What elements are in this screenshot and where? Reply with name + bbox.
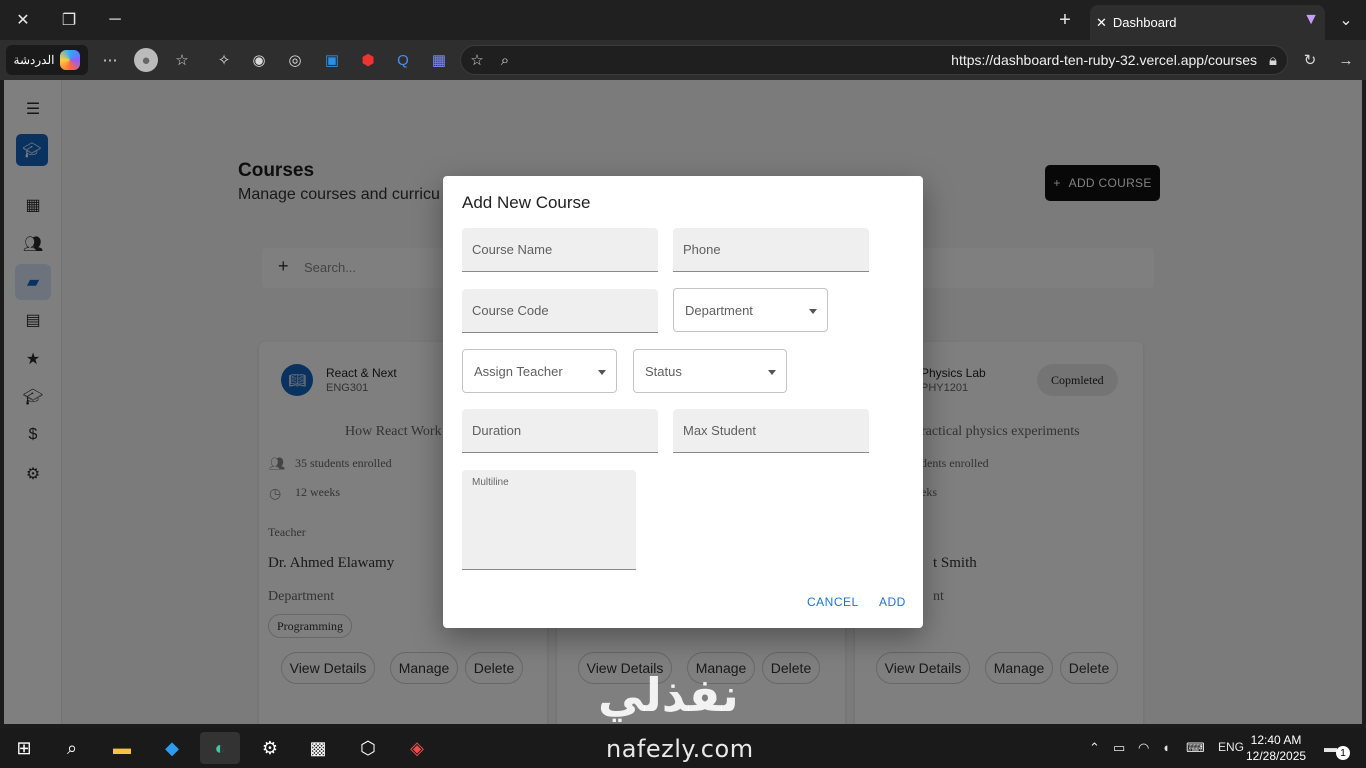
multiline-label: Multiline [472,477,509,488]
new-tab-icon[interactable]: + [1042,0,1088,40]
extension-target-icon[interactable]: ◎ [283,48,307,72]
watermark-arabic: نفذلي [598,668,739,722]
keyboard-icon[interactable]: ⌨ [1186,740,1205,756]
extension-eyes-icon[interactable]: ◉ [247,48,271,72]
course-code-field[interactable] [462,289,658,333]
minimize-window-icon[interactable]: ─ [92,0,138,40]
extension-red-icon[interactable]: ⬢ [356,48,380,72]
address-bar[interactable]: ☆ ⌕ https://dashboard-ten-ruby-32.vercel… [460,45,1288,75]
copilot-icon [60,50,81,70]
department-select[interactable]: Department [673,288,828,332]
file-explorer-icon[interactable]: ▬ [102,732,142,764]
cube-app-icon[interactable]: ⬡ [348,732,388,764]
time-text: 12:40 AM [1250,733,1302,747]
search-icon[interactable]: ⌕ [52,732,92,764]
clock[interactable]: 12:40 AM 12/28/2025 [1246,732,1306,764]
vscode-icon[interactable]: ◆ [152,732,192,764]
tab-title: Dashboard [1112,15,1177,30]
course-name-input[interactable] [462,228,658,271]
medium-app-icon[interactable]: ▩ [298,732,338,764]
chat-label: الدردشة [13,53,55,67]
status-select-label: Status [645,364,682,379]
git-app-icon[interactable]: ◈ [397,732,437,764]
watermark-latin: nafezly.com [606,735,754,763]
battery-icon[interactable]: ▭ [1113,740,1125,756]
add-button[interactable]: ADD [879,595,906,609]
favorites-icon[interactable]: ☆ [170,48,194,72]
volume-icon[interactable]: ◖ [1162,740,1170,755]
course-code-input[interactable] [462,289,658,332]
extension-blue-icon[interactable]: ▣ [320,48,344,72]
close-tab-icon[interactable]: ✕ [1096,15,1107,31]
extensions-icon[interactable]: ✧ [212,48,236,72]
profile-avatar-icon[interactable]: ● [134,48,158,72]
browser-title-bar: ✕ ❐ ─ + ✕ Dashboard ▼ ⌄ [0,0,1366,40]
edge-browser-icon[interactable]: ◐ [200,732,240,764]
chevron-up-icon[interactable]: ⌃ [1089,740,1100,756]
language-indicator[interactable]: ENG [1218,740,1244,754]
url-text: https://dashboard-ten-ruby-32.vercel.app… [951,52,1257,68]
notification-count: 1 [1336,746,1350,760]
assign-teacher-label: Assign Teacher [474,364,563,379]
duration-field[interactable] [462,409,658,453]
lock-icon[interactable]: 🔒︎ [1261,48,1285,72]
go-arrow-icon[interactable]: → [1334,48,1358,72]
max-student-field[interactable] [673,409,869,453]
status-select[interactable]: Status [633,349,787,393]
browser-nav-bar: الدردشة ⋯ ● ☆ ✧ ◉ ◎ ▣ ⬢ Q ▦ ☆ ⌕ https://… [0,40,1366,80]
course-name-field[interactable] [462,228,658,272]
assign-teacher-select[interactable]: Assign Teacher [462,349,617,393]
phone-input[interactable] [673,228,869,271]
phone-field[interactable] [673,228,869,272]
search-icon[interactable]: ⌕ [493,48,517,72]
reload-icon[interactable]: ↻ [1298,48,1322,72]
dialog-title: Add New Course [462,193,591,212]
add-course-dialog: Add New Course Department Assign Teacher… [443,176,923,628]
multiline-textarea[interactable]: Multiline [462,470,636,570]
settings-icon[interactable]: ⚙ [250,732,290,764]
copilot-chat-button[interactable]: الدردشة [6,45,88,75]
cancel-button[interactable]: CANCEL [807,595,859,609]
taskbar: ⊞ ⌕ ▬ ◆ ◐ ⚙ ▩ ⬡ ◈ nafezly.com ⌃ ▭ ◠ ◖ ⌨ … [0,728,1366,768]
windows-start-icon[interactable]: ⊞ [4,732,44,764]
duration-input[interactable] [462,409,658,452]
restore-window-icon[interactable]: ❐ [46,0,92,40]
more-icon[interactable]: ⋯ [98,48,122,72]
date-text: 12/28/2025 [1246,749,1307,763]
extension-q-icon[interactable]: Q [391,48,415,72]
wifi-icon[interactable]: ◠ [1138,740,1149,756]
dropdown-caret-icon [768,370,776,375]
extension-grid-icon[interactable]: ▦ [427,48,451,72]
dropdown-caret-icon [809,309,817,314]
close-window-icon[interactable]: ✕ [0,0,46,40]
tab-actions-chevron-icon[interactable]: ⌄ [1326,0,1366,40]
dropdown-caret-icon [598,370,606,375]
max-student-input[interactable] [673,409,869,452]
department-select-label: Department [685,303,753,318]
favorite-star-icon[interactable]: ☆ [465,48,489,72]
